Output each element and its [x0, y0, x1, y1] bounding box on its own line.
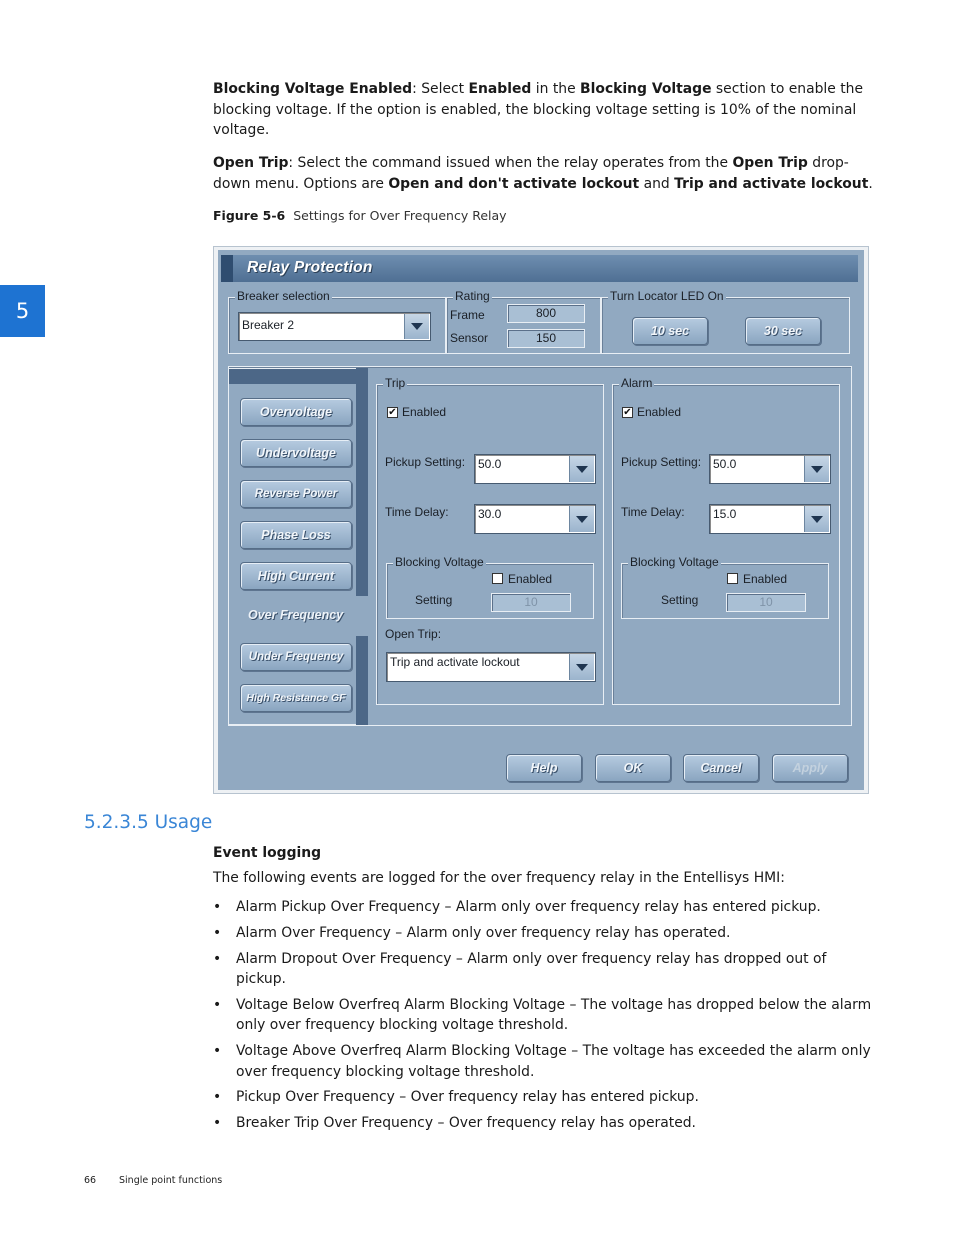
footer-title: Single point functions [119, 1175, 223, 1186]
list-item: Alarm Over Frequency – Alarm only over f… [213, 923, 873, 944]
chevron-down-icon[interactable] [569, 654, 594, 680]
open-trip-select[interactable]: Trip and activate lockout [386, 652, 596, 682]
section-number: 5.2.3.5 [84, 812, 149, 833]
alarm-group: Alarm [612, 376, 840, 705]
page-number: 66 [84, 1175, 97, 1186]
trip-bv-setting-label: Setting [415, 593, 453, 607]
term: Blocking Voltage Enabled [213, 81, 413, 97]
apply-button[interactable]: Apply [772, 754, 848, 782]
locator-10-sec-button[interactable]: 10 sec [632, 317, 708, 345]
figure-caption: Figure 5-6 Settings for Over Frequency R… [213, 208, 507, 223]
chevron-down-icon[interactable] [804, 506, 829, 532]
alarm-delay-select[interactable]: 15.0 [709, 504, 831, 534]
list-item: Voltage Below Overfreq Alarm Blocking Vo… [213, 995, 873, 1036]
term: Trip and activate lockout [674, 175, 869, 192]
trip-pickup-select[interactable]: 50.0 [474, 454, 596, 484]
sensor-value: 150 [507, 329, 585, 348]
trip-bv-setting-value: 10 [491, 593, 571, 612]
trip-delay-value: 30.0 [478, 507, 502, 521]
group-label: Trip [383, 376, 408, 390]
list-item: Breaker Trip Over Frequency – Over frequ… [213, 1113, 873, 1134]
list-item: Pickup Over Frequency – Over frequency r… [213, 1087, 873, 1108]
chevron-down-icon[interactable] [804, 456, 829, 482]
text: . [868, 175, 873, 192]
section-title: Usage [154, 812, 213, 833]
figure-number: Figure 5-6 [213, 208, 286, 223]
open-trip-label: Open Trip: [385, 627, 442, 641]
alarm-enabled-checkbox[interactable]: ✔ [622, 407, 633, 418]
chevron-down-icon[interactable] [569, 456, 594, 482]
alarm-pickup-label: Pickup Setting: [621, 455, 702, 469]
nav-phase-loss[interactable]: Phase Loss [240, 521, 352, 549]
alarm-bv-setting-label: Setting [661, 593, 699, 607]
nav-divider [356, 368, 368, 725]
nav-header [229, 369, 367, 384]
trip-pickup-value: 50.0 [478, 457, 502, 471]
term: Open Trip [732, 155, 808, 171]
list-item: Alarm Pickup Over Frequency – Alarm only… [213, 897, 873, 918]
nav-reverse-power[interactable]: Reverse Power [240, 480, 352, 508]
trip-delay-select[interactable]: 30.0 [474, 504, 596, 534]
section-heading: 5.2.3.5 Usage [84, 812, 212, 833]
event-logging-heading: Event logging [213, 845, 322, 861]
trip-bv-enabled-checkbox[interactable] [492, 573, 503, 584]
trip-delay-label: Time Delay: [385, 505, 449, 519]
list-item: Voltage Above Overfreq Alarm Blocking Vo… [213, 1041, 873, 1082]
group-label: Blocking Voltage [628, 555, 721, 569]
alarm-bv-enabled-label: Enabled [743, 572, 788, 586]
group-label: Turn Locator LED On [608, 289, 726, 303]
chevron-down-icon[interactable] [569, 506, 594, 532]
term: Blocking Voltage [580, 81, 712, 97]
alarm-pickup-value: 50.0 [713, 457, 737, 471]
group-label: Alarm [619, 376, 655, 390]
list-item: Alarm Dropout Over Frequency – Alarm onl… [213, 949, 873, 990]
dialog-titlebar: Relay Protection [221, 255, 858, 282]
text: and [639, 175, 675, 192]
ok-button[interactable]: OK [595, 754, 671, 782]
text: : Select [412, 81, 469, 97]
breaker-select-value: Breaker 2 [242, 318, 295, 332]
nav-undervoltage[interactable]: Undervoltage [240, 439, 352, 467]
trip-bv-enabled-label: Enabled [508, 572, 553, 586]
event-list: Alarm Pickup Over Frequency – Alarm only… [213, 897, 873, 1139]
alarm-pickup-select[interactable]: 50.0 [709, 454, 831, 484]
nav-high-resistance-gf[interactable]: High Resistance GF [240, 684, 352, 712]
paragraph-blocking-voltage: Blocking Voltage Enabled: Select Enabled… [213, 79, 873, 141]
alarm-delay-value: 15.0 [713, 507, 737, 521]
paragraph-open-trip: Open Trip: Select the command issued whe… [213, 153, 873, 194]
trip-enabled-checkbox[interactable]: ✔ [387, 407, 398, 418]
frame-value: 800 [507, 304, 585, 323]
group-label: Breaker selection [235, 289, 332, 303]
cancel-button[interactable]: Cancel [683, 754, 759, 782]
open-trip-value: Trip and activate lockout [390, 655, 520, 669]
chapter-tab: 5 [0, 285, 45, 337]
alarm-delay-label: Time Delay: [621, 505, 685, 519]
term: Open and don't activate lockout [388, 175, 640, 192]
relay-protection-dialog: Relay Protection Breaker selection Break… [218, 250, 864, 790]
trip-pickup-label: Pickup Setting: [385, 455, 466, 469]
group-label: Blocking Voltage [393, 555, 486, 569]
nav-over-frequency[interactable]: Over Frequency [248, 608, 343, 622]
alarm-enabled-label: Enabled [637, 405, 682, 419]
trip-enabled-label: Enabled [402, 405, 447, 419]
breaker-select[interactable]: Breaker 2 [238, 312, 431, 341]
text: : Select the command issued when the rel… [288, 155, 733, 171]
nav-overvoltage[interactable]: Overvoltage [240, 398, 352, 426]
term: Enabled [468, 81, 532, 97]
group-label: Rating [453, 289, 492, 303]
figure-title: Settings for Over Frequency Relay [293, 208, 507, 223]
term: Open Trip [213, 155, 289, 171]
sensor-label: Sensor [450, 331, 489, 345]
event-logging-intro: The following events are logged for the … [213, 870, 785, 886]
nav-high-current[interactable]: High Current [240, 562, 352, 590]
text: in the [531, 81, 581, 97]
alarm-bv-setting-value: 10 [726, 593, 806, 612]
help-button[interactable]: Help [506, 754, 582, 782]
alarm-bv-enabled-checkbox[interactable] [727, 573, 738, 584]
frame-label: Frame [450, 308, 485, 322]
chevron-down-icon[interactable] [404, 314, 429, 339]
nav-under-frequency[interactable]: Under Frequency [240, 643, 352, 671]
dialog-title: Relay Protection [247, 259, 373, 276]
locator-30-sec-button[interactable]: 30 sec [745, 317, 821, 345]
